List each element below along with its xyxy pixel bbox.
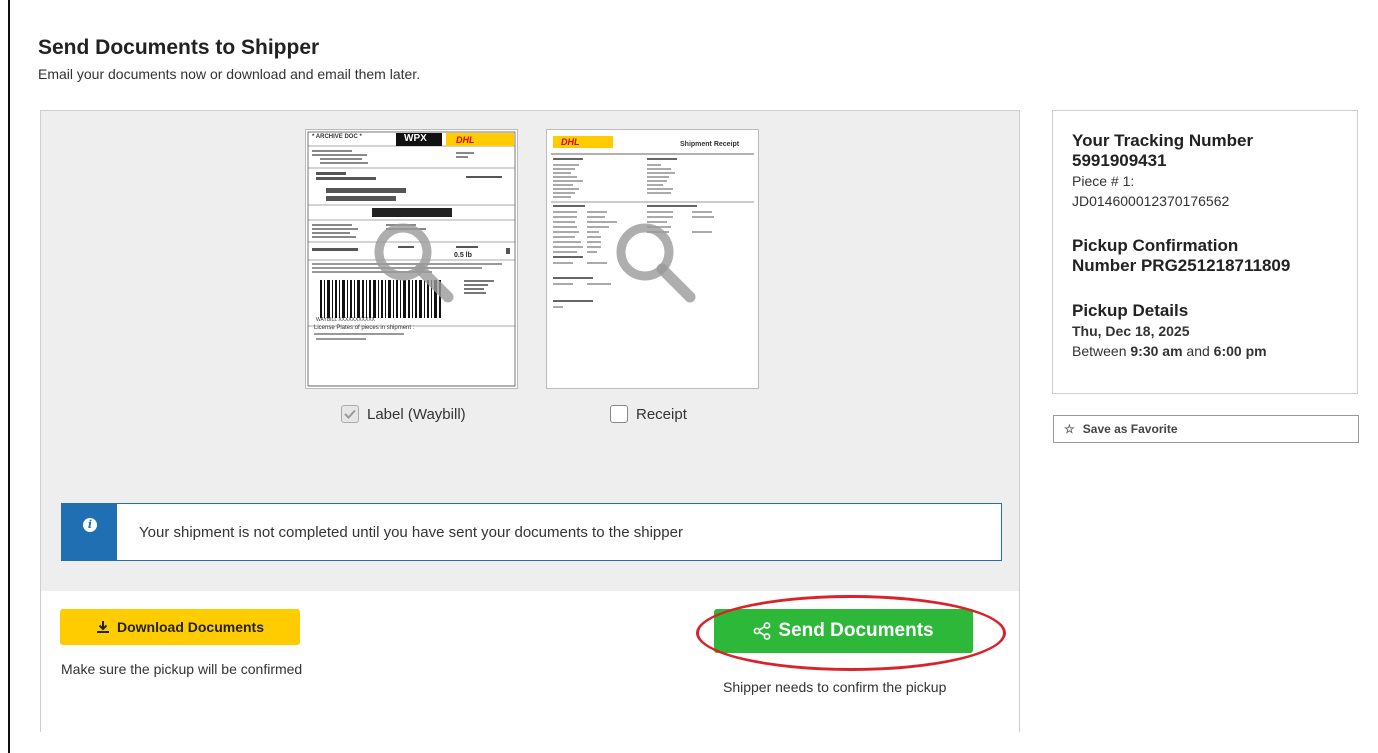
label-waybill-text: Label (Waybill) bbox=[367, 405, 466, 423]
label-waybill-checkbox[interactable] bbox=[341, 405, 359, 423]
shipment-summary-card: Your Tracking Number 5991909431 Piece # … bbox=[1052, 110, 1358, 394]
piece-label: Piece # 1: bbox=[1072, 173, 1135, 189]
label-product-code: WPX bbox=[404, 133, 427, 144]
magnify-icon bbox=[374, 223, 454, 303]
share-icon bbox=[753, 622, 771, 640]
label-archive-text: * ARCHIVE DOC * bbox=[312, 134, 362, 140]
and-text: and bbox=[1186, 343, 1210, 359]
receipt-text: Receipt bbox=[636, 405, 687, 423]
tracking-number: 5991909431 bbox=[1072, 151, 1167, 170]
download-documents-button[interactable]: Download Documents bbox=[60, 609, 300, 645]
info-icon: i bbox=[83, 518, 97, 532]
download-icon bbox=[96, 621, 109, 633]
page-subtitle: Email your documents now or download and… bbox=[38, 66, 421, 82]
documents-actions: Download Documents Make sure the pickup … bbox=[41, 591, 1019, 732]
star-icon: ☆ bbox=[1064, 422, 1075, 436]
pickup-start-time: 9:30 am bbox=[1130, 343, 1183, 359]
download-documents-label: Download Documents bbox=[116, 619, 264, 635]
label-waybill-text: WAYBILL XXXXXXXXXXX bbox=[316, 317, 376, 323]
pickup-confirmation-heading: Pickup Confirmation bbox=[1072, 236, 1239, 255]
receipt-dhl-logo: DHL bbox=[561, 137, 580, 147]
pickup-details-heading: Pickup Details bbox=[1072, 301, 1189, 320]
info-alert-message: Your shipment is not completed until you… bbox=[139, 524, 683, 541]
label-waybill-checkbox-row[interactable]: Label (Waybill) bbox=[341, 405, 466, 423]
download-note: Make sure the pickup will be confirmed bbox=[61, 661, 303, 677]
info-alert: i Your shipment is not completed until y… bbox=[61, 503, 1002, 561]
checkmark-icon bbox=[344, 409, 356, 419]
page-title: Send Documents to Shipper bbox=[38, 36, 320, 59]
save-as-favorite-button[interactable]: ☆ Save as Favorite bbox=[1053, 415, 1359, 443]
pickup-window: Between 9:30 am and 6:00 pm bbox=[1072, 341, 1357, 361]
label-dhl-logo: DHL bbox=[456, 135, 475, 145]
pickup-confirmation-number: Number PRG251218711809 bbox=[1072, 256, 1291, 275]
tracking-heading: Your Tracking Number bbox=[1072, 131, 1254, 150]
piece-id: JD014600012370176562 bbox=[1072, 193, 1230, 209]
pickup-date: Thu, Dec 18, 2025 bbox=[1072, 323, 1190, 339]
send-documents-label: Send Documents bbox=[778, 620, 934, 641]
receipt-checkbox-row[interactable]: Receipt bbox=[610, 405, 687, 423]
save-as-favorite-label: Save as Favorite bbox=[1082, 422, 1178, 436]
send-note: Shipper needs to confirm the pickup bbox=[723, 679, 947, 695]
documents-panel: DHL 0.5 lb * ARCHIVE DOC * WPX WAYBILL X… bbox=[40, 110, 1020, 732]
send-documents-button[interactable]: Send Documents bbox=[714, 609, 973, 653]
receipt-heading: Shipment Receipt bbox=[680, 141, 740, 148]
receipt-checkbox[interactable] bbox=[610, 405, 628, 423]
receipt-preview[interactable]: DHL Shipment Receipt bbox=[546, 129, 759, 389]
documents-preview-area: DHL 0.5 lb * ARCHIVE DOC * WPX WAYBILL X… bbox=[41, 111, 1019, 592]
pickup-end-time: 6:00 pm bbox=[1213, 343, 1267, 359]
label-preview[interactable]: DHL 0.5 lb * ARCHIVE DOC * WPX WAYBILL X… bbox=[305, 129, 518, 389]
label-license-text: License Plates of pieces in shipment : bbox=[314, 325, 415, 331]
magnify-icon bbox=[616, 223, 696, 303]
info-alert-bar: i bbox=[62, 504, 117, 560]
between-text: Between bbox=[1072, 343, 1127, 359]
